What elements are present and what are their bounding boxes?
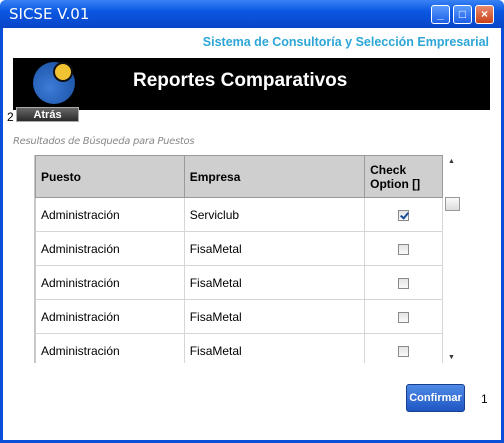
vertical-scrollbar[interactable]: ▲ ▼ [444, 155, 461, 363]
column-header-puesto[interactable]: Puesto [35, 155, 185, 198]
logo-dot-icon [53, 62, 73, 82]
cell-empresa: FisaMetal [183, 333, 366, 363]
table-row[interactable]: Administración FisaMetal [35, 299, 443, 334]
column-header-check[interactable]: Check Option [] [364, 155, 443, 198]
results-table: Puesto Empresa Check Option [] Administr… [35, 155, 443, 363]
row-checkbox[interactable] [398, 277, 410, 289]
results-grid: Puesto Empresa Check Option [] Administr… [34, 155, 443, 363]
table-row[interactable]: Administración FisaMetal [35, 231, 443, 266]
minimize-button[interactable]: _ [431, 5, 450, 24]
cell-puesto: Administración [35, 197, 185, 232]
cell-puesto: Administración [35, 333, 185, 363]
row-checkbox[interactable] [398, 345, 410, 357]
table-body: Administración Serviclub Administración Fis… [35, 197, 443, 363]
table-row[interactable]: Administración Serviclub [35, 197, 443, 232]
cell-check [364, 197, 443, 232]
scroll-thumb[interactable] [445, 197, 460, 211]
close-button[interactable]: × [475, 5, 494, 24]
maximize-icon: □ [458, 7, 467, 21]
window-title: SICSE V.01 [9, 5, 90, 23]
cell-puesto: Administración [35, 299, 185, 334]
selection-count: 1 [481, 392, 488, 406]
column-header-empresa[interactable]: Empresa [183, 155, 366, 198]
cell-puesto: Administración [35, 265, 185, 300]
maximize-button[interactable]: □ [453, 5, 472, 24]
cell-empresa: Serviclub [183, 197, 366, 232]
back-button[interactable]: Atrás [16, 107, 79, 122]
cell-empresa: FisaMetal [183, 265, 366, 300]
row-checkbox[interactable] [398, 311, 410, 323]
scroll-up-icon[interactable]: ▲ [448, 158, 455, 165]
table-row[interactable]: Administración FisaMetal [35, 333, 443, 363]
results-label: Resultados de Búsqueda para Puestos [13, 136, 195, 147]
confirm-button[interactable]: Confirmar [406, 384, 465, 412]
row-checkbox[interactable] [398, 243, 410, 255]
cell-empresa: FisaMetal [183, 231, 366, 266]
app-subtitle: Sistema de Consultoría y Selección Empre… [202, 35, 489, 49]
client-area: Sistema de Consultoría y Selección Empre… [3, 28, 501, 440]
side-number: 2 [7, 110, 14, 124]
cell-check [364, 333, 443, 363]
title-bar[interactable]: SICSE V.01 _ □ × [0, 0, 504, 28]
app-window: SICSE V.01 _ □ × Sistema de Consultoría … [0, 0, 504, 443]
cell-check [364, 299, 443, 334]
page-title: Reportes Comparativos [133, 70, 348, 91]
cell-puesto: Administración [35, 231, 185, 266]
cell-empresa: FisaMetal [183, 299, 366, 334]
minimize-icon: _ [437, 7, 444, 21]
cell-check [364, 265, 443, 300]
table-header-row: Puesto Empresa Check Option [] [35, 155, 443, 198]
cell-check [364, 231, 443, 266]
scroll-down-icon[interactable]: ▼ [448, 354, 455, 361]
row-checkbox[interactable] [398, 209, 410, 221]
table-row[interactable]: Administración FisaMetal [35, 265, 443, 300]
close-icon: × [480, 7, 488, 21]
header-banner: Reportes Comparativos [13, 58, 490, 110]
